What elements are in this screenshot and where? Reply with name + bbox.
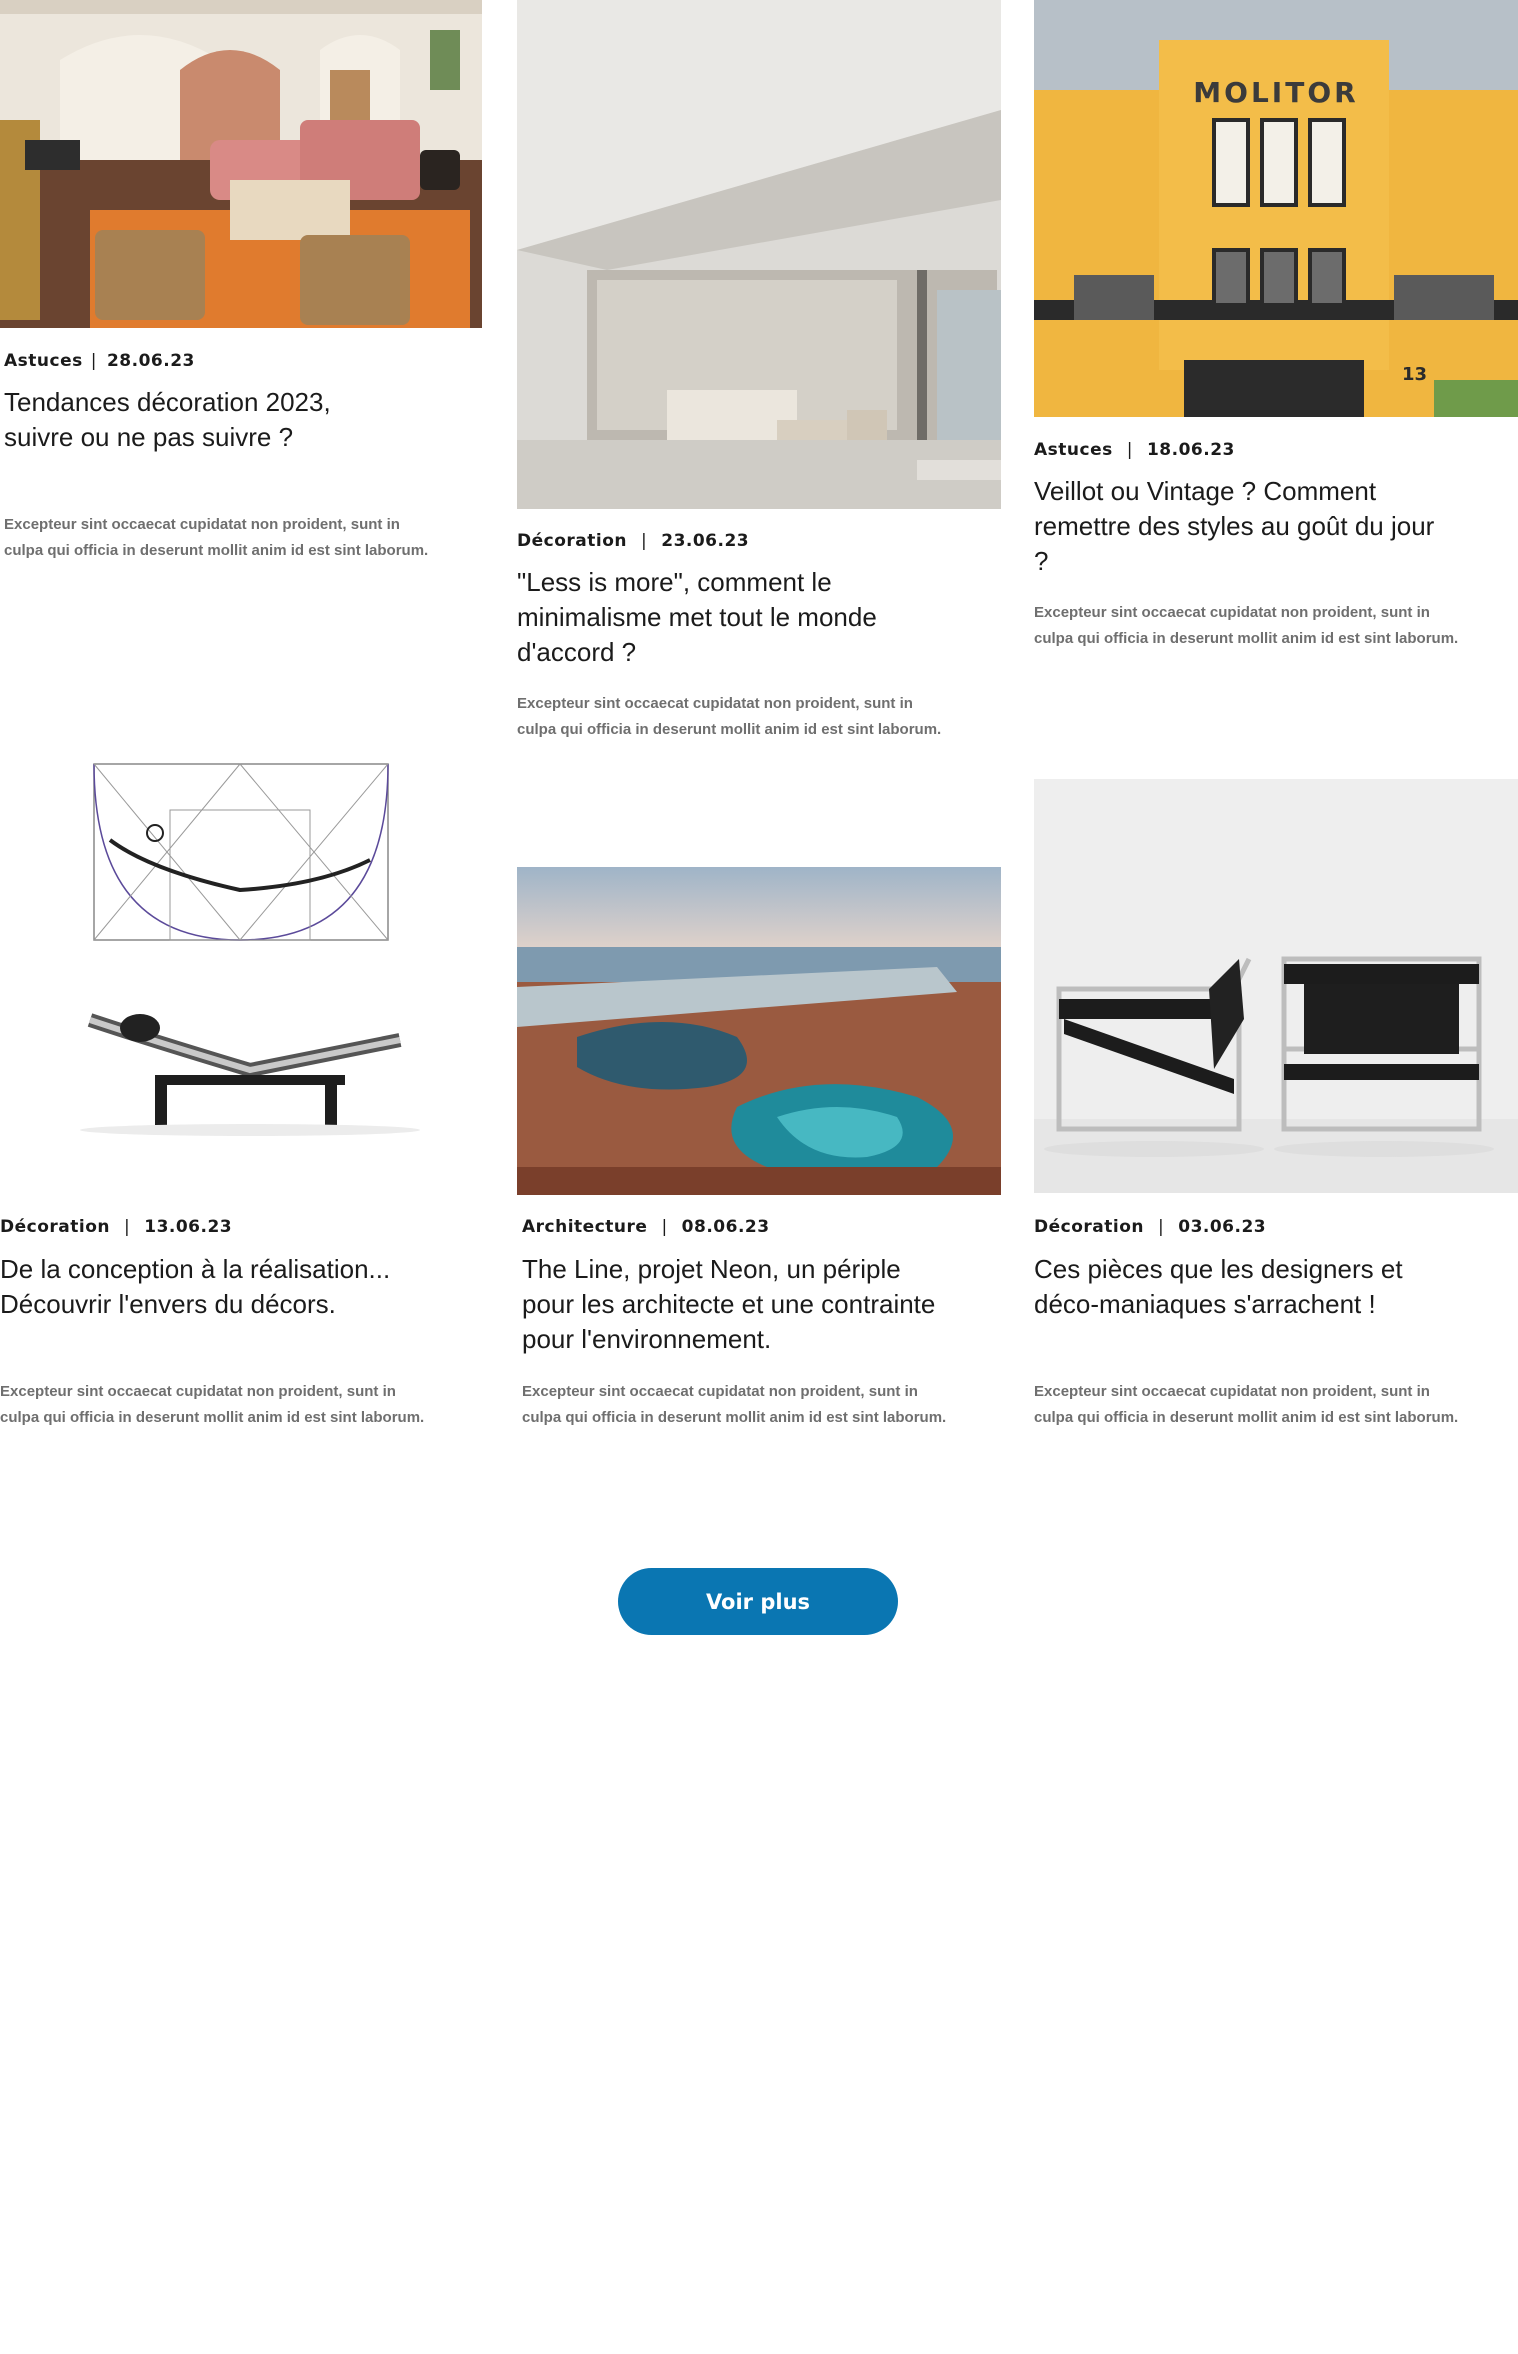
article-excerpt: Excepteur sint occaecat cupidatat non pr…	[0, 1383, 425, 1426]
article-title[interactable]: "Less is more", comment le minimalisme m…	[517, 565, 927, 670]
article-date: 08.06.23	[681, 1217, 770, 1237]
article-meta: Astuces | 18.06.23	[1034, 440, 1235, 460]
article-date: 13.06.23	[144, 1217, 233, 1237]
building-sign-text: MOLITOR	[1193, 76, 1358, 109]
article-category[interactable]: Décoration	[0, 1217, 110, 1237]
article-category[interactable]: Astuces	[1034, 440, 1113, 460]
article-meta: Décoration | 23.06.23	[517, 531, 750, 551]
article-image-chaise-longue[interactable]	[0, 740, 482, 1160]
article-date: 18.06.23	[1146, 440, 1235, 460]
article-image-the-line[interactable]	[517, 867, 1001, 1195]
article-category[interactable]: Décoration	[1034, 1217, 1144, 1237]
article-category[interactable]: Architecture	[522, 1217, 647, 1237]
article-date: 03.06.23	[1178, 1217, 1267, 1237]
article-image-molitor-building[interactable]: MOLITOR 13	[1034, 0, 1518, 417]
article-title[interactable]: Ces pièces que les designers et déco-man…	[1034, 1252, 1464, 1322]
article-excerpt: Excepteur sint occaecat cupidatat non pr…	[1034, 604, 1459, 647]
building-number-text: 13	[1402, 364, 1427, 385]
article-meta: Décoration | 03.06.23	[1034, 1217, 1267, 1237]
article-excerpt: Excepteur sint occaecat cupidatat non pr…	[1034, 1383, 1459, 1426]
article-image-living-room[interactable]	[0, 0, 482, 328]
article-excerpt: Excepteur sint occaecat cupidatat non pr…	[4, 516, 429, 559]
article-meta: Décoration | 13.06.23	[0, 1217, 233, 1237]
article-excerpt: Excepteur sint occaecat cupidatat non pr…	[522, 1383, 947, 1426]
article-category[interactable]: Astuces	[4, 351, 83, 371]
article-excerpt: Excepteur sint occaecat cupidatat non pr…	[517, 695, 942, 738]
article-date: 28.06.23	[106, 351, 195, 371]
article-date: 23.06.23	[661, 531, 750, 551]
article-meta: Architecture | 08.06.23	[522, 1217, 770, 1237]
article-title[interactable]: De la conception à la réalisation... Déc…	[0, 1252, 430, 1322]
article-title[interactable]: Tendances décoration 2023, suivre ou ne …	[4, 385, 384, 455]
load-more-button[interactable]: Voir plus	[618, 1568, 898, 1635]
article-title[interactable]: Veillot ou Vintage ? Comment remettre de…	[1034, 474, 1454, 579]
article-title[interactable]: The Line, projet Neon, un périple pour l…	[522, 1252, 952, 1357]
article-image-minimalist-interior[interactable]	[517, 0, 1001, 509]
article-category[interactable]: Décoration	[517, 531, 627, 551]
article-image-designer-chairs[interactable]	[1034, 779, 1518, 1193]
article-meta: Astuces | 28.06.23	[4, 351, 195, 371]
